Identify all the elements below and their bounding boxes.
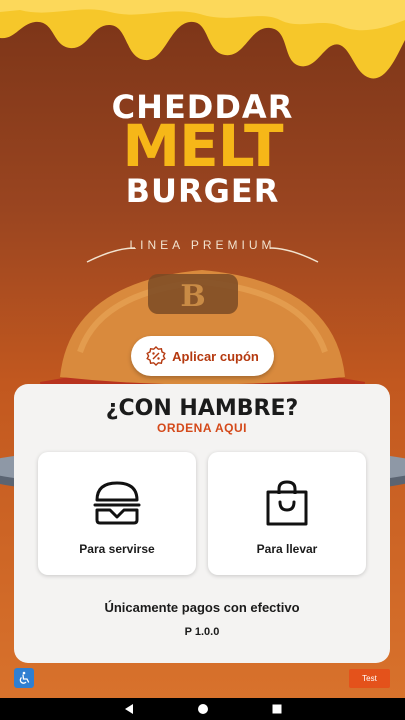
home-icon (197, 704, 208, 714)
hungry-headline: ¿CON HAMBRE? (105, 396, 299, 421)
takeaway-label: Para llevar (256, 542, 318, 556)
shopping-bag-icon (266, 480, 308, 526)
order-here-subheadline: ORDENA AQUI (157, 421, 247, 435)
title-burger: BURGER (125, 172, 280, 210)
title-melt: MELT (122, 112, 283, 180)
dine-in-option[interactable]: Para servirse (38, 452, 196, 575)
premium-tagline: LINEA PREMIUM (129, 238, 276, 252)
order-card: ¿CON HAMBRE? ORDENA AQUI Para servirse P… (14, 384, 390, 663)
burger-icon (93, 481, 141, 525)
percent-badge-icon (146, 346, 166, 366)
app-version: P 1.0.0 (184, 626, 220, 638)
apply-coupon-label: Aplicar cupón (172, 348, 259, 364)
recents-button[interactable] (270, 702, 284, 716)
apply-coupon-button[interactable]: Aplicar cupón (131, 336, 274, 376)
cash-only-note: Únicamente pagos con efectivo (104, 600, 300, 615)
wheelchair-icon (19, 671, 30, 684)
accessibility-button[interactable] (14, 668, 34, 688)
home-button[interactable] (196, 702, 210, 716)
back-icon (124, 704, 133, 714)
recents-icon (272, 704, 281, 714)
dine-in-label: Para servirse (79, 542, 155, 556)
back-button[interactable] (122, 702, 136, 716)
system-navbar (0, 698, 405, 720)
app-screen: CHEDDAR MELT BURGER LINEA PREMIUM B Apli… (0, 0, 405, 698)
svg-text:B: B (180, 279, 205, 314)
takeaway-option[interactable]: Para llevar (208, 452, 366, 575)
test-button[interactable]: Test (349, 669, 390, 688)
